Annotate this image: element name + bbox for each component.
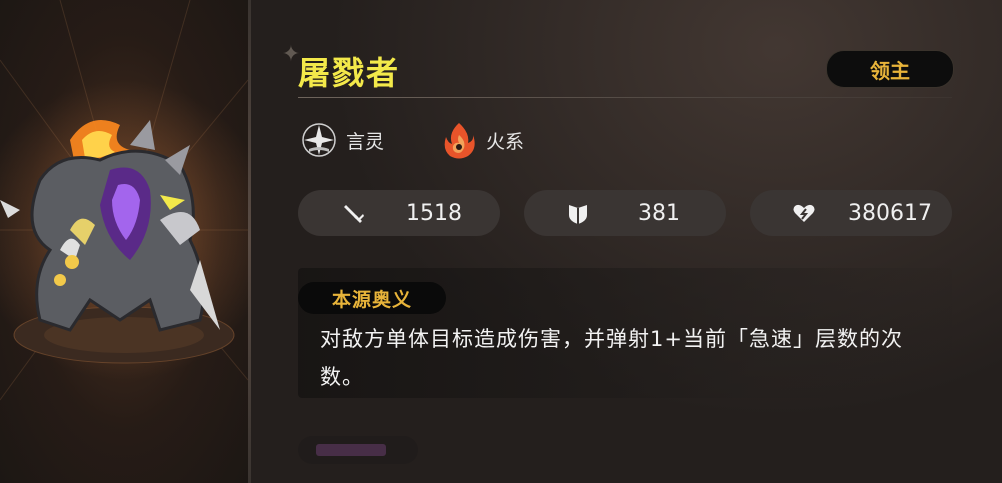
header-divider [298, 97, 952, 98]
attack-stat: 1518 [298, 190, 500, 236]
defense-stat: 381 [524, 190, 726, 236]
fire-element-icon [444, 123, 475, 159]
tag-spirit-word: 言灵 [300, 120, 384, 160]
spirit-word-icon [302, 123, 336, 157]
slayer-monster-figure [0, 120, 220, 332]
sword-attack-icon [344, 205, 364, 223]
defense-value: 381 [638, 200, 680, 226]
tag-label: 火系 [486, 130, 525, 153]
heart-health-icon [793, 204, 815, 222]
shield-defense-icon [569, 205, 587, 224]
next-skill-tag [298, 436, 418, 464]
character-portrait [0, 0, 248, 483]
tag-fire-element: 火系 [440, 120, 524, 160]
attack-value: 1518 [406, 200, 462, 226]
health-stat: 380617 [750, 190, 952, 236]
tag-label: 言灵 [346, 130, 385, 153]
health-value: 380617 [848, 200, 932, 226]
skill-label: 本源奥义 [298, 282, 446, 314]
character-name: 屠戮者 [298, 54, 401, 92]
skill-description: 对敌方单体目标造成伤害，并弹射1+当前「急速」层数的次数。 [320, 327, 903, 389]
rank-badge: 领主 [826, 50, 954, 88]
